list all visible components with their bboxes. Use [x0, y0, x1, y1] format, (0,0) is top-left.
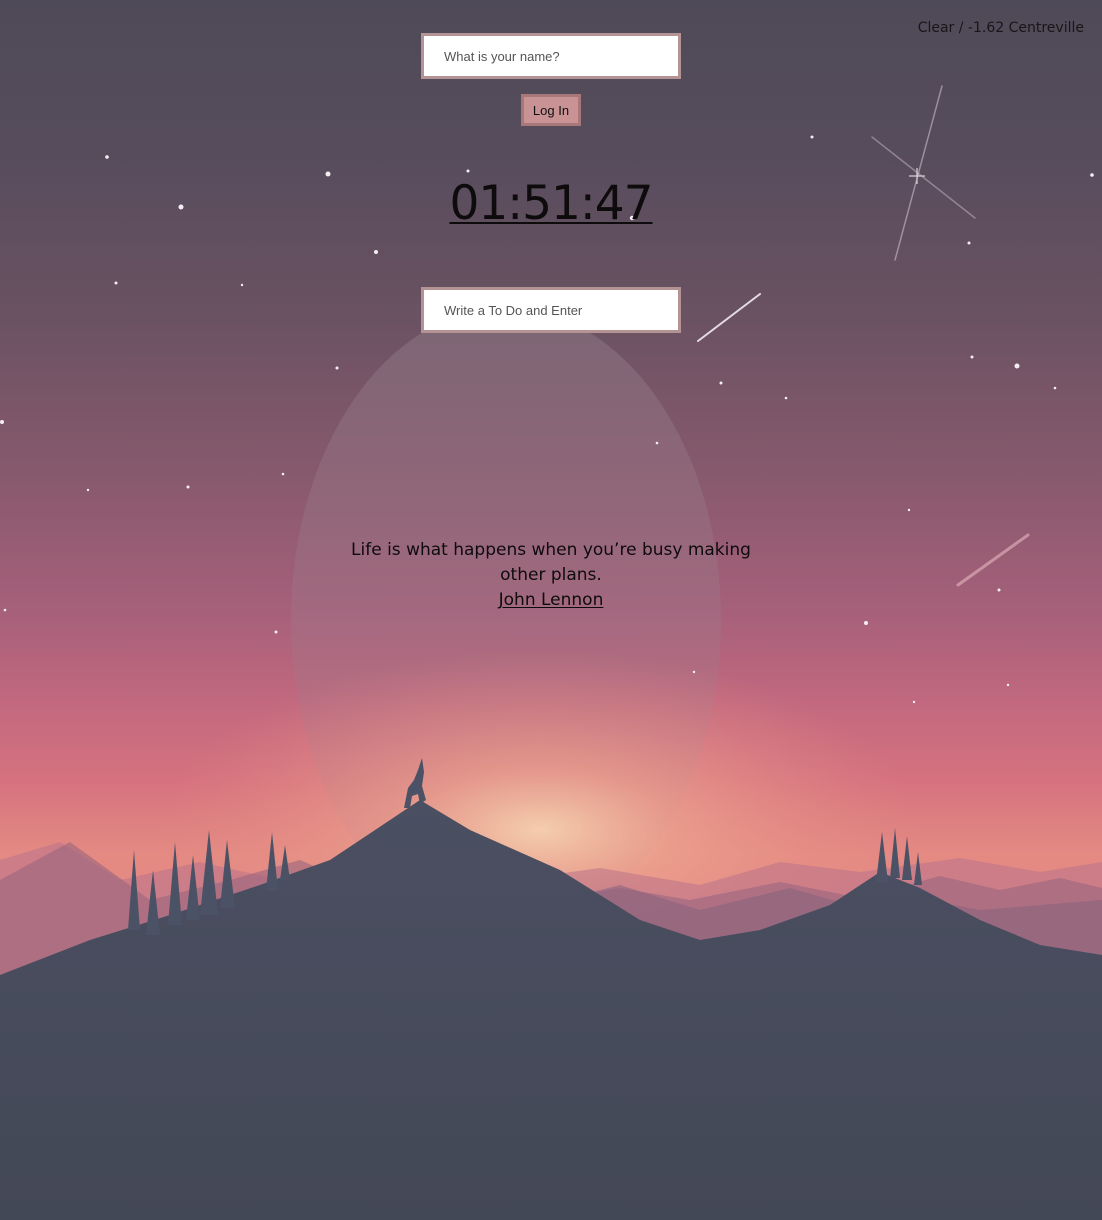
- quote: Life is what happens when you’re busy ma…: [331, 538, 771, 613]
- quote-text: Life is what happens when you’re busy ma…: [351, 540, 751, 585]
- login-button[interactable]: Log In: [521, 94, 581, 126]
- clock: 01:51:47: [449, 176, 653, 231]
- quote-author: John Lennon: [498, 590, 604, 610]
- todo-input[interactable]: [421, 287, 681, 333]
- shooting-star-icon: [697, 85, 1030, 587]
- login-form: Log In: [0, 33, 1102, 126]
- name-input[interactable]: [421, 33, 681, 79]
- todo-form: [0, 287, 1102, 333]
